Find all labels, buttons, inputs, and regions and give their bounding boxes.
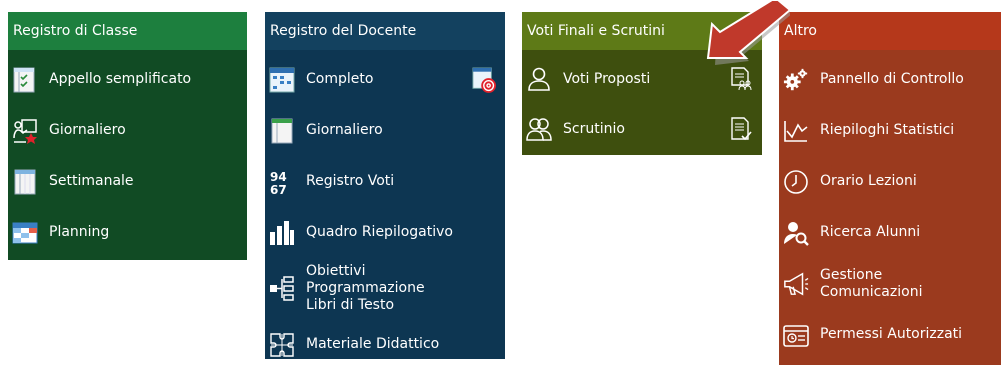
svg-text:94: 94	[270, 170, 287, 184]
panel-registro-docente: Registro del Docente Completo Giornalier…	[265, 12, 505, 359]
menu-item-giornaliero[interactable]: Giornaliero	[265, 105, 505, 156]
menu-item-label: Giornaliero	[49, 122, 126, 138]
line-chart-icon	[783, 118, 809, 144]
panel-title: Registro del Docente	[265, 12, 505, 50]
daily-sheet-icon	[269, 118, 295, 144]
menu-item-label: Orario Lezioni	[820, 173, 917, 189]
menu-item-appello-semplificato[interactable]: Appello semplificato	[8, 54, 247, 105]
panel-menu: Completo Giornaliero 94 67 Registro Voti …	[265, 50, 505, 359]
grades-numbers-icon: 94 67	[269, 169, 295, 195]
menu-item-label: Voti Proposti	[563, 70, 651, 87]
menu-item-label: Settimanale	[49, 173, 134, 189]
single-user-outline-icon	[526, 66, 552, 92]
menu-item-riepiloghi-statistici[interactable]: Riepiloghi Statistici	[779, 105, 1001, 156]
menu-item-obiettivi[interactable]: Obiettivi Programmazione Libri di Testo	[265, 258, 505, 319]
menu-item-quadro-riepilogativo[interactable]: Quadro Riepilogativo	[265, 207, 505, 258]
menu-item-label: Pannello di Controllo	[820, 71, 964, 87]
menu-item-label: Gestione Comunicazioni	[820, 266, 923, 300]
menu-item-completo[interactable]: Completo	[265, 54, 505, 105]
megaphone-icon	[783, 271, 809, 297]
annotation-arrow-icon	[706, 0, 790, 65]
permission-clock-icon	[783, 322, 809, 348]
menu-item-ricerca-alunni[interactable]: Ricerca Alunni	[779, 207, 1001, 258]
panel-registro-classe: Registro di Classe Appello semplificato …	[8, 12, 247, 260]
full-register-grid-icon	[269, 67, 295, 93]
menu-item-gestione-comunicazioni[interactable]: Gestione Comunicazioni	[779, 258, 1001, 309]
hierarchy-icon	[269, 275, 295, 302]
menu-item-orario-lezioni[interactable]: Orario Lezioni	[779, 156, 1001, 207]
gears-icon	[783, 67, 809, 93]
menu-item-settimanale[interactable]: Settimanale	[8, 156, 247, 207]
menu-item-planning[interactable]: Planning	[8, 207, 247, 258]
menu-item-materiale-didattico[interactable]: Materiale Didattico	[265, 319, 505, 370]
weekly-sheet-icon	[12, 169, 38, 195]
panel-menu: Appello semplificato Giornaliero Settima…	[8, 50, 247, 260]
teacher-blackboard-icon	[12, 118, 38, 144]
menu-item-permessi-autorizzati[interactable]: Permessi Autorizzati	[779, 309, 1001, 360]
panel-title: Altro	[779, 12, 1001, 50]
menu-item-label: Registro Voti	[306, 173, 395, 189]
user-search-icon	[783, 220, 809, 246]
menu-item-label: Planning	[49, 224, 110, 240]
menu-item-registro-voti[interactable]: 94 67 Registro Voti	[265, 156, 505, 207]
svg-text:67: 67	[270, 183, 287, 195]
menu-item-label: Quadro Riepilogativo	[306, 224, 453, 240]
target-grid-icon[interactable]	[472, 67, 496, 93]
document-users-icon[interactable]	[729, 67, 753, 91]
menu-item-label: Completo	[306, 71, 374, 87]
menu-item-label: Permessi Autorizzati	[820, 326, 963, 342]
menu-item-label: Appello semplificato	[49, 71, 192, 87]
panel-menu: Pannello di Controllo Riepiloghi Statist…	[779, 50, 1001, 365]
menu-item-label: Giornaliero	[306, 122, 383, 138]
group-users-outline-icon	[526, 116, 552, 142]
menu-item-label: Ricerca Alunni	[820, 224, 921, 240]
menu-item-label: Scrutinio	[563, 120, 625, 137]
attendance-sheet-icon	[12, 67, 38, 93]
menu-item-giornaliero[interactable]: Giornaliero	[8, 105, 247, 156]
planning-grid-icon	[12, 220, 38, 246]
clock-icon	[783, 169, 809, 195]
panel-altro: Altro Pannello di Controllo Riepiloghi S…	[779, 12, 1001, 365]
menu-item-scrutinio[interactable]: Scrutinio	[522, 104, 762, 154]
menu-item-label: Obiettivi Programmazione Libri di Testo	[306, 263, 425, 313]
bar-chart-icon	[269, 220, 295, 246]
menu-item-label: Materiale Didattico	[306, 336, 440, 352]
panel-title: Registro di Classe	[8, 12, 247, 50]
menu-item-label: Riepiloghi Statistici	[820, 122, 955, 138]
puzzle-icon	[269, 332, 295, 358]
menu-item-pannello-di-controllo[interactable]: Pannello di Controllo	[779, 54, 1001, 105]
document-check-icon[interactable]	[729, 117, 753, 141]
